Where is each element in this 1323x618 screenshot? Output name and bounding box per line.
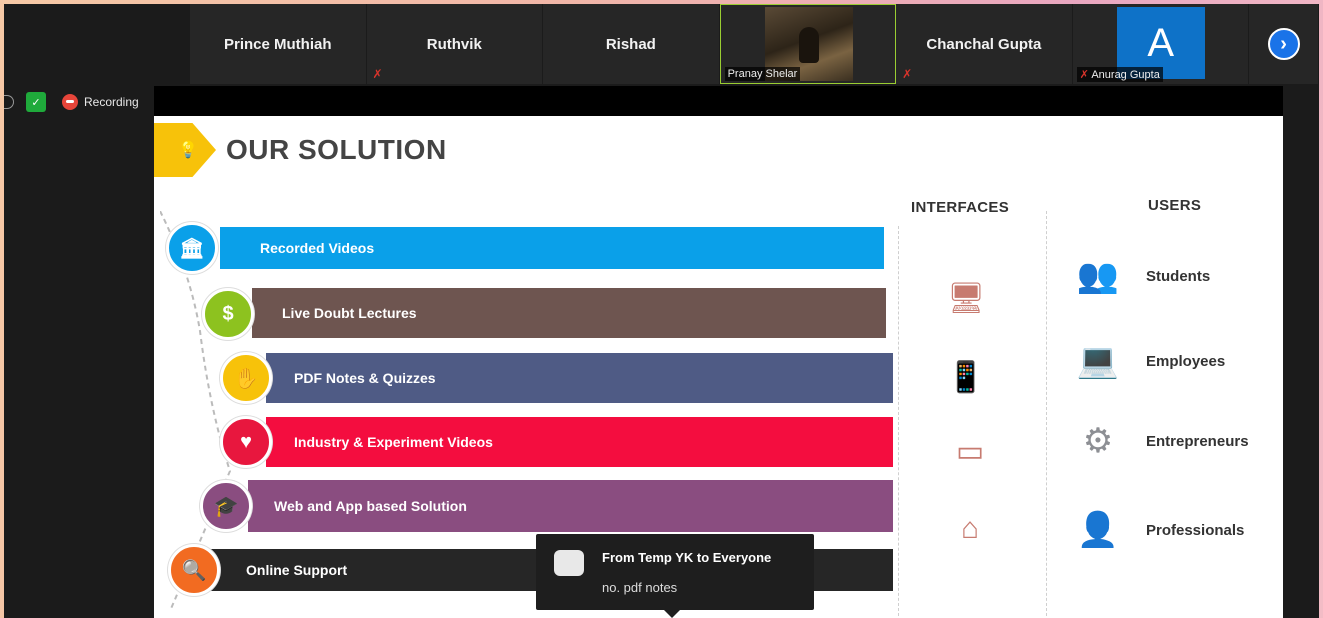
participant-name: Ruthvik: [426, 35, 482, 53]
user-label: Entrepreneurs: [1146, 432, 1249, 450]
hands-icon: ✋: [220, 352, 272, 404]
share-header: [154, 86, 1283, 116]
participant-video-tile[interactable]: Pranay Shelar: [719, 4, 897, 84]
strip-nav: ›: [1249, 4, 1319, 84]
head-gears-icon: ⚙: [1082, 422, 1114, 460]
solution-label: Industry & Experiment Videos: [294, 434, 493, 450]
chat-notification[interactable]: From Temp YK to Everyone no. pdf notes: [536, 534, 814, 618]
mobile-icon: 📱: [947, 361, 985, 394]
participant-strip: Prince Muthiah Ruthvik ✗ Rishad Pranay S…: [190, 4, 1319, 84]
recording-icon[interactable]: [62, 94, 78, 110]
user-row: 👤 Professionals: [1060, 510, 1245, 550]
user-row: 💻 Employees: [1060, 341, 1225, 381]
user-row: ⚙ Entrepreneurs: [1060, 421, 1249, 461]
team-icon: 👤: [1076, 511, 1120, 549]
heart-pulse-icon: ♥: [220, 416, 272, 468]
desktop-icon: 🖥: [946, 282, 986, 315]
participant-name: Anurag Gupta: [1091, 69, 1160, 81]
chat-message: no. pdf notes: [602, 580, 678, 595]
info-icon[interactable]: [4, 95, 14, 109]
participant-tile[interactable]: A ✗ Anurag Gupta: [1072, 4, 1250, 84]
chat-avatar: [554, 550, 584, 576]
group-icon: 👥: [1076, 257, 1120, 295]
participant-name-bar: ✗ Anurag Gupta: [1076, 67, 1163, 82]
lightbulb-icon: 💡: [178, 142, 198, 159]
solution-label: Web and App based Solution: [274, 498, 467, 514]
title-tag: 💡: [154, 123, 216, 177]
shield-icon[interactable]: ✓: [26, 92, 46, 112]
participant-name: Chanchal Gupta: [926, 35, 1042, 53]
user-row: 👥 Students: [1060, 256, 1210, 296]
user-label: Students: [1146, 267, 1211, 285]
mic-muted-icon: ✗: [902, 67, 913, 81]
solution-bar: PDF Notes & Quizzes: [266, 353, 893, 403]
recording-label: Recording: [84, 95, 139, 109]
users-heading: USERS: [1148, 197, 1202, 214]
tablet-icon: ▭: [955, 435, 985, 468]
interfaces-heading: INTERFACES: [911, 199, 1010, 216]
solution-label: Online Support: [246, 562, 348, 578]
solution-bar: Live Doubt Lectures: [252, 288, 886, 338]
solution-label: Recorded Videos: [260, 240, 375, 256]
column-divider: [898, 226, 899, 616]
solution-bar: Recorded Videos: [220, 227, 884, 269]
solution-label: PDF Notes & Quizzes: [294, 370, 436, 386]
wifi-monitor-icon: ⌂: [960, 512, 980, 545]
participant-name: Pranay Shelar: [724, 67, 801, 81]
participant-tile[interactable]: Rishad: [543, 4, 720, 84]
support-search-icon: 🔍: [168, 544, 220, 596]
mic-muted-icon: ✗: [1079, 69, 1092, 81]
participant-tile[interactable]: Chanchal Gupta ✗: [896, 4, 1073, 84]
mic-muted-icon: ✗: [372, 67, 383, 81]
participant-name: Rishad: [605, 35, 656, 53]
participant-tile[interactable]: Prince Muthiah: [190, 4, 367, 84]
desk-workers-icon: 💻: [1076, 342, 1120, 380]
solution-label: Live Doubt Lectures: [282, 305, 417, 321]
graduation-cap-icon: 🎓: [200, 480, 252, 532]
meeting-window: Prince Muthiah Ruthvik ✗ Rishad Pranay S…: [4, 4, 1319, 618]
solution-bar: Web and App based Solution: [248, 480, 893, 532]
participant-name: Prince Muthiah: [224, 35, 332, 53]
status-bar: ✓ Recording: [4, 92, 139, 112]
bank-icon: 🏛: [166, 222, 218, 274]
user-label: Professionals: [1146, 521, 1245, 539]
dollar-hand-icon: $: [202, 288, 254, 340]
chat-sender: From Temp YK to Everyone: [602, 550, 772, 565]
participant-tile[interactable]: Ruthvik ✗: [366, 4, 544, 84]
solution-bar: Industry & Experiment Videos: [266, 417, 893, 467]
user-label: Employees: [1146, 352, 1226, 370]
column-divider: [1046, 211, 1047, 616]
chevron-right-icon[interactable]: ›: [1267, 28, 1300, 60]
slide-title: OUR SOLUTION: [226, 134, 447, 165]
